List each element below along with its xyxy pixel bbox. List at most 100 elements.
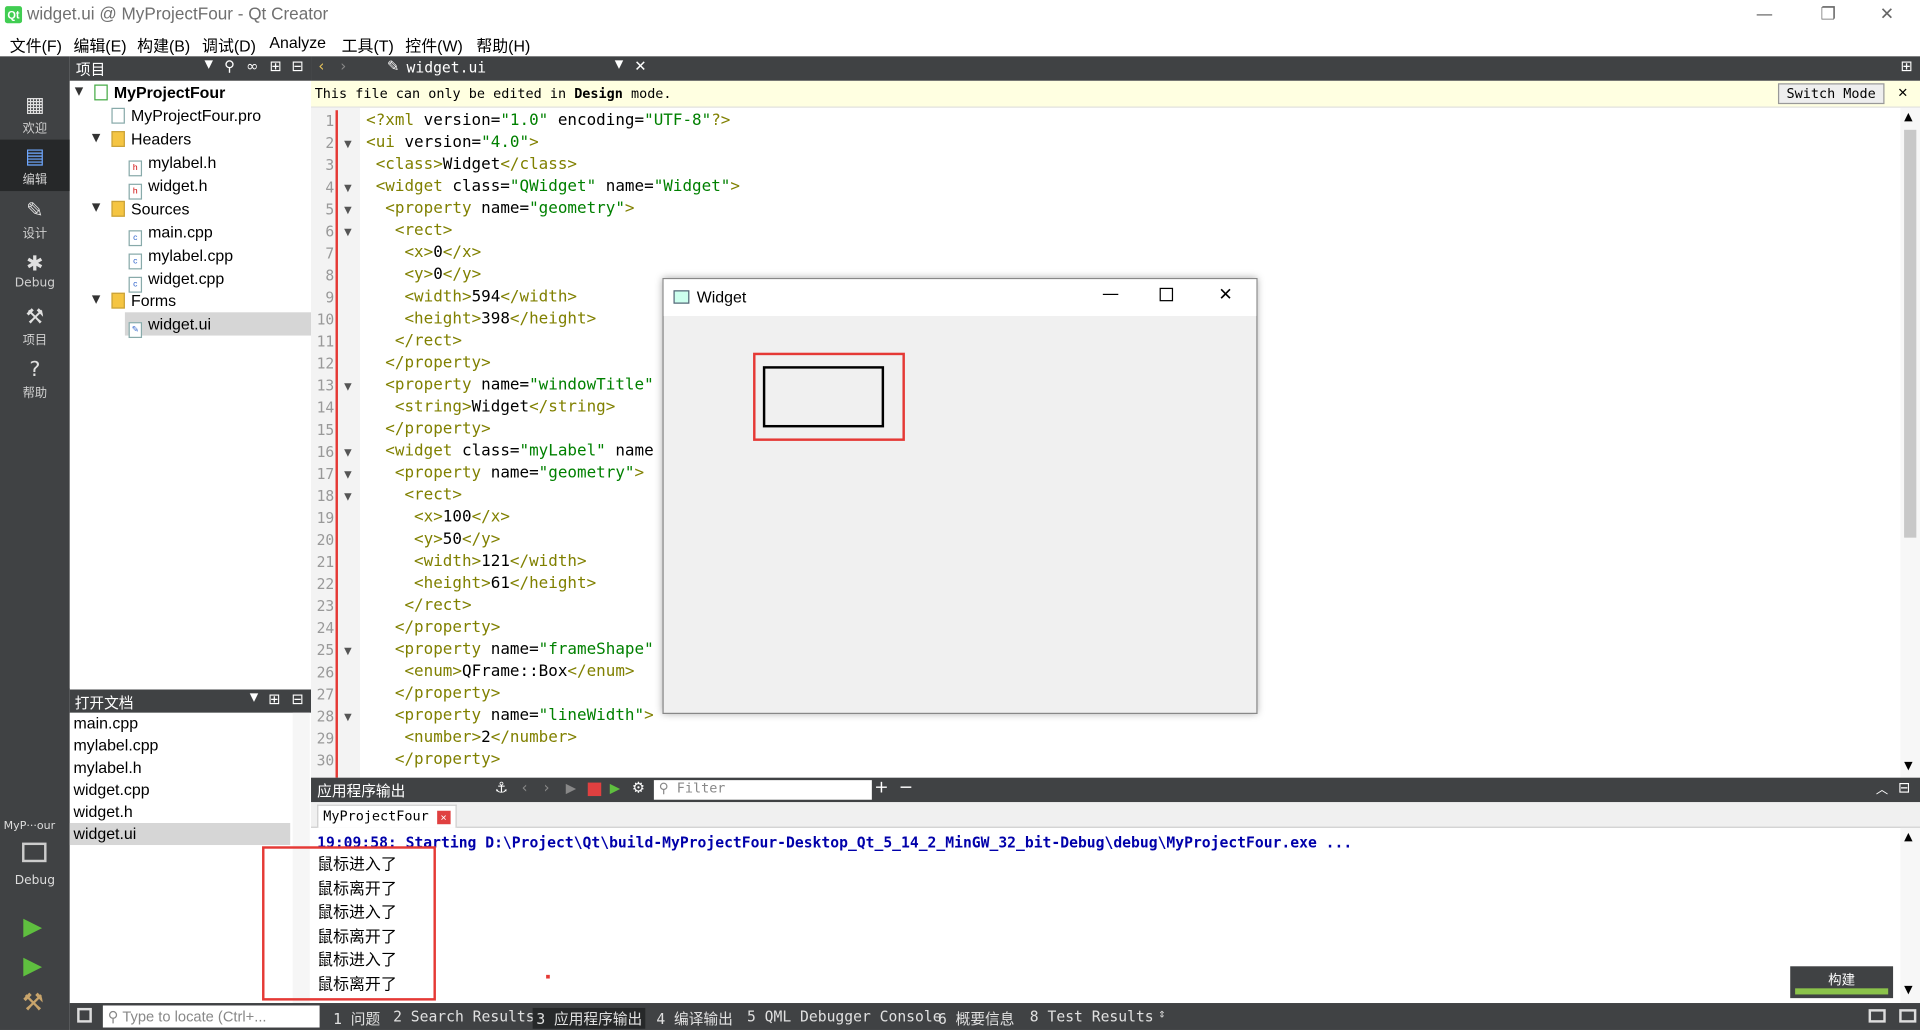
scroll-up-icon[interactable]: ▲ [1904,832,1912,844]
filter-icon[interactable]: ⚲ [224,58,235,75]
monitor-icon[interactable] [22,842,47,863]
tree-item-main-cpp[interactable]: c main.cpp [128,220,213,247]
tree-item-mylabel-h[interactable]: h mylabel.h [128,151,216,177]
widget-window[interactable]: Widget — ✕ [662,278,1258,715]
open-doc-item[interactable]: main.cpp [73,713,138,735]
restore-icon[interactable]: ❐ [1800,0,1856,29]
fold-arrow-icon[interactable]: ▼ [344,447,352,458]
mode-edit[interactable]: ▤ 编辑 [0,139,70,192]
output-scrollbar[interactable]: ▲ ▼ [1900,827,1920,1004]
output-tab-myprojectfour[interactable]: MyProjectFour ✕ [317,804,457,828]
widget-minimize-icon[interactable]: — [1102,284,1119,304]
tab-search-results[interactable]: 2 Search Results [393,1008,535,1025]
tab-issues[interactable]: 1 问题 [333,1008,380,1029]
editor-file-tab[interactable]: widget.ui [407,59,487,76]
expand-arrow-icon[interactable]: ▼ [92,294,100,306]
tree-item-sources[interactable]: Sources [111,197,189,220]
expand-arrow-icon[interactable]: ▼ [92,202,100,214]
filter-input[interactable]: ⚲ Filter [653,780,872,800]
locator-input[interactable]: ⚲ Type to locate (Ctrl+... [102,1005,320,1028]
debug-run-icon[interactable]: ▶ [23,950,42,979]
fold-arrow-icon[interactable]: ▼ [344,381,352,392]
target-project[interactable]: MyP···our [4,821,55,833]
link-icon[interactable]: ∞ [246,58,258,75]
expand-arrow-icon[interactable]: ▼ [75,86,83,98]
mode-design[interactable]: ✎ 设计 [0,194,70,245]
run-icon[interactable]: ▶ [23,911,42,940]
tab-qml-console[interactable]: 5 QML Debugger Console [747,1008,942,1025]
scroll-down-icon[interactable]: ▼ [1904,985,1912,997]
open-doc-item[interactable]: widget.h [73,801,132,823]
fold-arrow-icon[interactable]: ▼ [344,712,352,723]
close-file-icon[interactable]: ✕ [634,58,646,75]
split-icon[interactable]: ⊞ [268,691,280,708]
close-icon[interactable]: ✕ [1859,0,1915,29]
open-doc-item[interactable]: mylabel.cpp [73,735,158,757]
menu-help[interactable]: 帮助(H) [476,33,530,56]
progress-toggle-icon[interactable] [1899,1009,1917,1023]
scroll-down-icon[interactable]: ▼ [1904,761,1912,773]
editor-scrollbar[interactable]: ▲ ▼ [1900,107,1920,778]
menu-debug[interactable]: 调试(D) [202,33,256,56]
build-hammer-icon[interactable]: ⚒ [22,987,44,1016]
close-infobar-icon[interactable]: ✕ [1898,83,1908,101]
tree-item-widget-ui[interactable]: ✎ widget.ui [124,312,312,339]
settings-gear-icon[interactable]: ⚙ [632,779,645,796]
toggle-sidebar-icon[interactable] [77,1007,92,1023]
dropdown-icon[interactable]: ▼ [615,59,623,71]
open-doc-item[interactable]: widget.cpp [73,779,149,801]
next-icon[interactable]: › [544,779,550,796]
scroll-thumb[interactable] [1904,129,1917,538]
menu-build[interactable]: 构建(B) [137,33,190,56]
tree-item-mylabel-cpp[interactable]: c mylabel.cpp [128,244,233,270]
close-tab-icon[interactable]: ✕ [436,810,451,825]
widget-close-icon[interactable]: ✕ [1218,285,1232,305]
output-body[interactable]: 19:09:58: Starting D:\Project\Qt\build-M… [311,827,1920,1004]
tree-item-widget-cpp[interactable]: c widget.cpp [128,267,224,293]
open-doc-item-selected[interactable]: widget.ui [69,822,291,846]
debug-run-icon[interactable]: ▶ [610,780,620,796]
tree-item-pro[interactable]: MyProjectFour.pro [111,104,261,127]
back-icon[interactable]: ‹ [318,58,324,75]
split-icon[interactable]: ⊞ [269,58,281,75]
mylabel-frame[interactable] [762,366,885,428]
fold-arrow-icon[interactable]: ▼ [344,138,352,149]
minimize-icon[interactable]: — [1736,0,1792,29]
tree-item-project[interactable]: MyProjectFour [94,81,225,104]
split-icon[interactable]: ⊞ [1900,58,1912,75]
close-pane-icon[interactable]: ⊟ [291,58,303,75]
menu-file[interactable]: 文件(F) [10,33,62,56]
zoom-in-icon[interactable]: + [874,778,888,798]
stop-icon[interactable] [587,782,602,797]
menu-controls[interactable]: 控件(W) [405,33,462,56]
scroll-up-icon[interactable]: ▲ [1904,111,1912,123]
tab-compile-output[interactable]: 4 编译输出 [656,1008,732,1029]
more-tabs-icon[interactable]: ⇕ [1158,1008,1165,1021]
run-icon[interactable]: ▶ [566,780,576,796]
tab-general-messages[interactable]: 6 概要信息 [938,1008,1014,1029]
prev-icon[interactable]: ‹ [522,779,528,796]
forward-icon[interactable]: › [340,58,346,75]
close-pane-icon[interactable]: ⊟ [291,691,303,708]
dropdown-icon[interactable]: ▼ [250,692,258,704]
fold-arrow-icon[interactable]: ▼ [344,205,352,216]
fold-arrow-icon[interactable]: ▼ [344,182,352,193]
fold-arrow-icon[interactable]: ▼ [344,645,352,656]
output-pane-toggle-icon[interactable] [1868,1009,1886,1023]
zoom-out-icon[interactable]: − [899,778,913,798]
mode-welcome[interactable]: ▦ 欢迎 [0,88,70,139]
fold-arrow-icon[interactable]: ▼ [344,491,352,502]
close-pane-icon[interactable]: ⊟ [1898,779,1910,796]
menu-tools[interactable]: 工具(T) [342,33,394,56]
maximize-pane-icon[interactable]: ︿ [1876,779,1888,797]
attach-icon[interactable]: ⚓ [495,779,508,796]
mode-projects[interactable]: ⚒ 项目 [0,300,70,351]
tree-item-headers[interactable]: Headers [111,127,191,150]
widget-maximize-icon[interactable] [1159,287,1174,302]
fold-arrow-icon[interactable]: ▼ [344,469,352,480]
tree-item-forms[interactable]: Forms [111,289,176,312]
menu-edit[interactable]: 编辑(E) [73,33,126,56]
mode-debug[interactable]: ✱ Debug [0,247,70,298]
tree-item-widget-h[interactable]: h widget.h [128,174,207,200]
dropdown-icon[interactable]: ▼ [204,59,212,71]
